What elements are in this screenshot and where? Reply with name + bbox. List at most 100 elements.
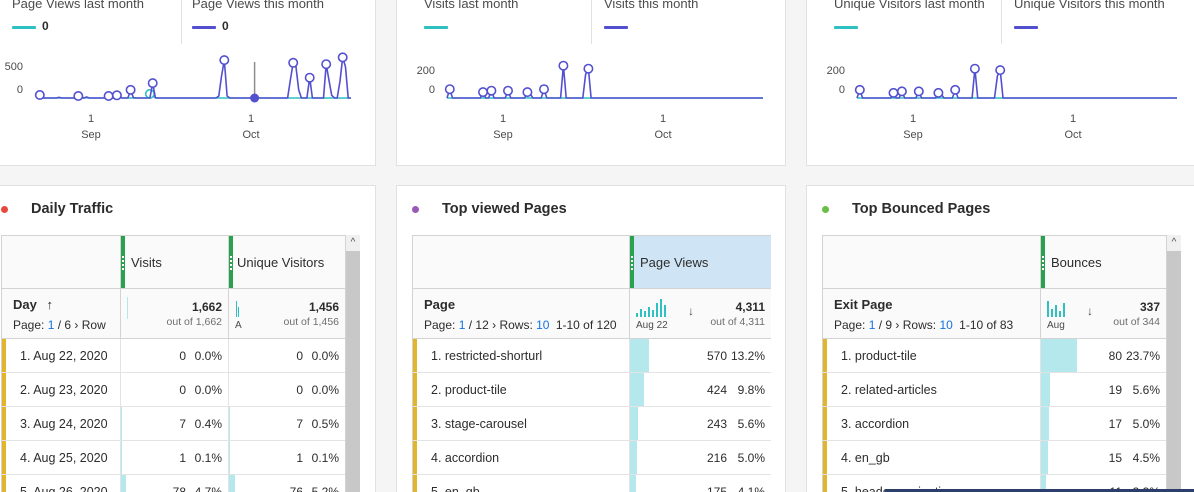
rows-per-page[interactable]: 10 <box>939 318 952 332</box>
data-point[interactable] <box>219 55 230 66</box>
table-row[interactable]: 2. Aug 23, 2020 0 0.0% 0 0.0% <box>2 373 345 407</box>
dimension-title[interactable]: Day ↑ <box>13 297 53 312</box>
table-row[interactable]: 3. accordion 17 5.0% <box>823 407 1166 441</box>
data-point[interactable] <box>854 84 865 95</box>
page-current[interactable]: 1 <box>459 318 466 332</box>
next-page-icon[interactable]: › <box>74 318 78 332</box>
data-point[interactable] <box>503 85 514 96</box>
table-row[interactable]: 3. Aug 24, 2020 7 0.4% 7 0.5% <box>2 407 345 441</box>
data-point[interactable] <box>444 84 455 95</box>
column-header-visits[interactable]: Visits <box>120 236 228 288</box>
data-point[interactable] <box>304 72 315 83</box>
data-point[interactable] <box>321 59 332 70</box>
row-label[interactable]: 2. product-tile <box>431 383 507 397</box>
page-views-sparkline[interactable]: 500 0 1 Sep 1 Oct <box>0 0 376 166</box>
table-row[interactable]: 1. Aug 22, 2020 0 0.0% 0 0.0% <box>2 339 345 373</box>
metric-total: 4,311 <box>735 300 765 314</box>
table-row[interactable]: 1. restricted-shorturl 570 13.2% <box>413 339 771 373</box>
column-header-unique-visitors[interactable]: Unique Visitors <box>228 236 345 288</box>
table-row[interactable]: 4. en_gb 15 4.5% <box>823 441 1166 475</box>
rows-per-page[interactable]: 10 <box>536 318 549 332</box>
row-label[interactable]: 3. Aug 24, 2020 <box>20 417 108 431</box>
data-point[interactable] <box>73 91 84 102</box>
metric-value: 175 <box>706 485 727 492</box>
data-point[interactable] <box>896 86 907 97</box>
table-row[interactable]: 4. Aug 25, 2020 1 0.1% 1 0.1% <box>2 441 345 475</box>
metric-cell: 424 9.8% <box>629 373 771 406</box>
scroll-up-icon[interactable]: ^ <box>346 235 360 251</box>
row-label[interactable]: 1. Aug 22, 2020 <box>20 349 108 363</box>
vertical-scrollbar[interactable]: ^ <box>345 235 360 492</box>
data-point[interactable] <box>583 63 594 74</box>
unique-visitors-sparkline[interactable]: 200 0 1 Sep 1 Oct <box>807 0 1194 166</box>
metric-fill-bar <box>121 475 127 492</box>
table-row[interactable]: 2. product-tile 424 9.8% <box>413 373 771 407</box>
data-point[interactable] <box>969 63 980 74</box>
visits-sparkline[interactable]: 200 0 1 Sep 1 Oct <box>397 0 786 166</box>
column-header-page-views[interactable]: Page Views <box>629 236 771 288</box>
dimension-header[interactable]: Day ↑ Page: 1 / 6 › Row <box>2 289 120 338</box>
data-point[interactable] <box>486 85 497 96</box>
mini-trend-icon <box>127 297 128 319</box>
row-label[interactable]: 1. restricted-shorturl <box>431 349 542 363</box>
row-label[interactable]: 2. related-articles <box>841 383 937 397</box>
drag-handle[interactable] <box>630 236 634 288</box>
metric-cell: 76 5.2% <box>228 475 345 492</box>
row-accent-bar <box>823 373 827 406</box>
data-point[interactable] <box>995 65 1006 76</box>
data-point[interactable] <box>522 87 533 98</box>
column-header-bounces[interactable]: Bounces <box>1040 236 1166 288</box>
row-label[interactable]: 4. accordion <box>431 451 499 465</box>
scroll-thumb[interactable] <box>1167 251 1181 492</box>
metric-value: 424 <box>706 383 727 397</box>
vertical-scrollbar[interactable]: ^ <box>1166 235 1181 492</box>
row-label[interactable]: 4. Aug 25, 2020 <box>20 451 108 465</box>
data-point[interactable] <box>337 52 348 63</box>
data-point[interactable] <box>913 86 924 97</box>
page-current[interactable]: 1 <box>869 318 876 332</box>
scroll-thumb[interactable] <box>346 251 360 492</box>
table-row[interactable]: 3. stage-carousel 243 5.6% <box>413 407 771 441</box>
table-row[interactable]: 2. related-articles 19 5.6% <box>823 373 1166 407</box>
table-row[interactable]: 5. Aug 26, 2020 78 4.7% 76 5.2% <box>2 475 345 492</box>
data-point[interactable] <box>539 84 550 95</box>
data-point[interactable] <box>125 84 136 95</box>
dimension-title[interactable]: Exit Page <box>834 297 893 312</box>
data-point[interactable] <box>103 91 114 102</box>
row-label[interactable]: 4. en_gb <box>841 451 890 465</box>
dimension-title[interactable]: Page <box>424 297 455 312</box>
data-point[interactable] <box>558 60 569 71</box>
data-point[interactable] <box>888 87 899 98</box>
sort-descending-icon[interactable]: ↓ <box>1087 304 1093 318</box>
sort-ascending-icon[interactable]: ↑ <box>46 297 53 312</box>
data-point[interactable] <box>111 90 122 101</box>
dimension-header[interactable]: Page Page: 1 / 12 › Rows: 10 1-10 of 120 <box>413 289 629 338</box>
row-label[interactable]: 3. stage-carousel <box>431 417 527 431</box>
data-point[interactable] <box>478 87 489 98</box>
row-label[interactable]: 2. Aug 23, 2020 <box>20 383 108 397</box>
table-row[interactable]: 5. en_gb 175 4.1% <box>413 475 771 492</box>
row-label[interactable]: 1. product-tile <box>841 349 917 363</box>
next-page-icon[interactable]: › <box>895 318 899 332</box>
row-label[interactable]: 5. Aug 26, 2020 <box>20 485 108 492</box>
dimension-header[interactable]: Exit Page Page: 1 / 9 › Rows: 10 1-10 of… <box>823 289 1040 338</box>
data-point[interactable] <box>147 78 158 89</box>
drag-handle[interactable] <box>1041 236 1045 288</box>
table-row[interactable]: 1. product-tile 80 23.7% <box>823 339 1166 373</box>
next-page-icon[interactable]: › <box>492 318 496 332</box>
metric-cell: 19 5.6% <box>1040 373 1166 406</box>
page-current[interactable]: 1 <box>48 318 55 332</box>
drag-handle[interactable] <box>229 236 233 288</box>
row-label[interactable]: 3. accordion <box>841 417 909 431</box>
data-point[interactable] <box>34 90 45 101</box>
drag-handle[interactable] <box>121 236 125 288</box>
scroll-up-icon[interactable]: ^ <box>1167 235 1181 251</box>
sort-descending-icon[interactable]: ↓ <box>688 304 694 318</box>
mini-trend-icon <box>636 299 666 317</box>
table-row[interactable]: 4. accordion 216 5.0% <box>413 441 771 475</box>
data-point[interactable] <box>288 57 299 68</box>
data-point[interactable] <box>933 87 944 98</box>
row-label[interactable]: 5. en_gb <box>431 485 480 492</box>
data-point[interactable] <box>950 84 961 95</box>
hover-point[interactable] <box>250 93 260 103</box>
